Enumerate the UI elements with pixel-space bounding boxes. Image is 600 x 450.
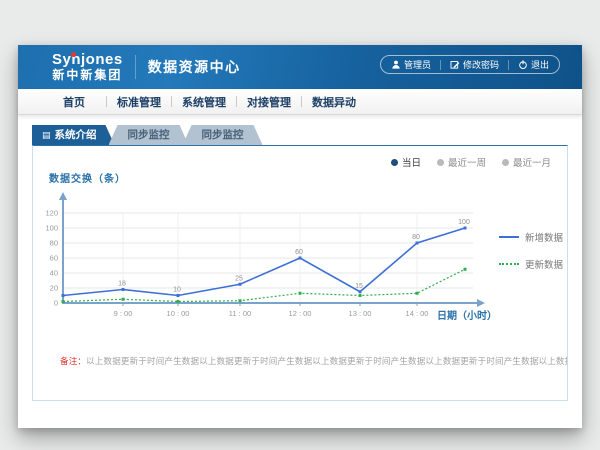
logo-text-en: Synjones (52, 52, 123, 69)
change-password-label: 修改密码 (463, 58, 499, 71)
page-title: 数据资源中心 (148, 57, 241, 77)
data-point (239, 283, 242, 286)
user-toolbar: 管理员 修改密码 退出 (380, 55, 560, 74)
data-point (464, 227, 467, 230)
x-axis-title: 日期（小时） (437, 307, 497, 322)
y-tick-label: 120 (45, 209, 58, 218)
x-tick-label: 9 : 00 (114, 309, 133, 318)
data-point-label: 60 (295, 249, 303, 256)
x-axis-arrow-icon (477, 299, 485, 307)
data-point-label: 80 (412, 234, 420, 241)
chart-legend: 新增数据 更新数据 (499, 230, 563, 271)
tab-system-intro[interactable]: ▤ 系统介绍 (32, 125, 115, 145)
footnote-label: 备注： (60, 356, 86, 366)
tab-label: 系统介绍 (55, 125, 97, 145)
user-name: 管理员 (404, 58, 431, 71)
nav-item-system-mgmt[interactable]: 系统管理 (172, 94, 236, 110)
y-tick-label: 40 (50, 269, 58, 278)
tab-sync-monitor-2[interactable]: 同步监控 (183, 125, 263, 145)
footnote: 备注：以上数据更新于时间产生数据以上数据更新于时间产生数据以上数据更新于时间产生… (33, 355, 567, 367)
radio-today[interactable]: 当日 (391, 155, 421, 169)
power-icon (518, 59, 528, 70)
y-axis-arrow-icon (59, 192, 67, 200)
data-point (416, 292, 419, 295)
x-tick-label: 14 : 00 (406, 309, 429, 318)
data-point-label: 100 (458, 219, 470, 226)
data-point (359, 294, 362, 297)
user-menu[interactable]: 管理员 (391, 58, 431, 71)
x-tick-label: 10 : 00 (167, 309, 190, 318)
radio-dot-icon (502, 159, 509, 166)
radio-label: 最近一周 (448, 155, 486, 169)
data-point-label: 10 (173, 287, 181, 294)
nav-item-data-change[interactable]: 数据异动 (302, 94, 366, 110)
tab-bar: ▤ 系统介绍 同步监控 同步监控 (32, 125, 263, 145)
data-point-label: 18 (118, 281, 126, 288)
user-icon (391, 59, 401, 70)
data-point (464, 268, 467, 271)
radio-dot-icon (391, 159, 398, 166)
solid-line-swatch-icon (499, 236, 519, 238)
y-tick-label: 60 (50, 254, 58, 263)
radio-label: 当日 (402, 155, 421, 169)
x-tick-label: 12 : 00 (289, 309, 312, 318)
chart-panel: 当日 最近一周 最近一月 数据交换（条） 0 20 40 60 80 100 120 9 : … (32, 145, 568, 401)
app-header: Synjones 新中新集团 数据资源中心 管理员 修改密码 (18, 45, 582, 89)
x-tick-label: 13 : 00 (349, 309, 372, 318)
dotted-line-swatch-icon (499, 263, 519, 265)
tab-sync-monitor-1[interactable]: 同步监控 (109, 125, 189, 145)
edit-icon (450, 59, 460, 70)
data-point (416, 242, 419, 245)
y-tick-label: 20 (50, 284, 58, 293)
nav-item-interface-mgmt[interactable]: 对接管理 (237, 94, 301, 110)
x-tick-label: 11 : 00 (229, 309, 251, 318)
data-point (62, 294, 65, 297)
logo-text-cn: 新中新集团 (52, 69, 123, 82)
nav-item-home[interactable]: 首页 (42, 94, 106, 110)
legend-item-update-data: 更新数据 (499, 257, 563, 271)
radio-last-week[interactable]: 最近一周 (437, 155, 486, 169)
footnote-text: 以上数据更新于时间产生数据以上数据更新于时间产生数据以上数据更新于时间产生数据以… (86, 356, 567, 366)
document-icon: ▤ (42, 131, 51, 140)
y-tick-label: 80 (50, 239, 58, 248)
y-tick-label: 0 (54, 299, 58, 308)
logout-button[interactable]: 退出 (518, 58, 549, 71)
app-window: Synjones 新中新集团 数据资源中心 管理员 修改密码 (18, 45, 582, 428)
line-chart: 0 20 40 60 80 100 120 9 : 00 10 : 00 11 : 00 12 : … (33, 190, 493, 330)
header-divider (135, 55, 136, 79)
radio-label: 最近一月 (513, 155, 551, 169)
radio-last-month[interactable]: 最近一月 (502, 155, 551, 169)
data-point (177, 294, 180, 297)
main-nav: 首页 标准管理 系统管理 对接管理 数据异动 (18, 89, 582, 115)
legend-label: 新增数据 (525, 230, 563, 244)
nav-item-standard-mgmt[interactable]: 标准管理 (107, 94, 171, 110)
range-filter: 当日 最近一周 最近一月 (391, 155, 551, 169)
pill-divider (440, 60, 441, 70)
pill-divider (508, 60, 509, 70)
data-point (62, 300, 65, 303)
data-point (239, 299, 242, 302)
legend-item-new-data: 新增数据 (499, 230, 563, 244)
content-area: ▤ 系统介绍 同步监控 同步监控 当日 最近一周 最近一月 (18, 115, 582, 428)
change-password-button[interactable]: 修改密码 (450, 58, 499, 71)
data-point (299, 292, 302, 295)
data-point (299, 257, 302, 260)
data-point-label: 25 (235, 275, 243, 282)
y-tick-label: 100 (45, 224, 58, 233)
data-point (122, 288, 125, 291)
data-point-label: 15 (355, 283, 363, 290)
line-chart-svg: 0 20 40 60 80 100 120 9 : 00 10 : 00 11 : 00 12 : … (33, 190, 493, 330)
logo: Synjones 新中新集团 (52, 52, 123, 82)
logout-label: 退出 (531, 58, 549, 71)
legend-label: 更新数据 (525, 257, 563, 271)
y-axis-title: 数据交换（条） (49, 170, 126, 185)
data-point (177, 300, 180, 303)
radio-dot-icon (437, 159, 444, 166)
data-point (122, 298, 125, 301)
data-point (359, 290, 362, 293)
